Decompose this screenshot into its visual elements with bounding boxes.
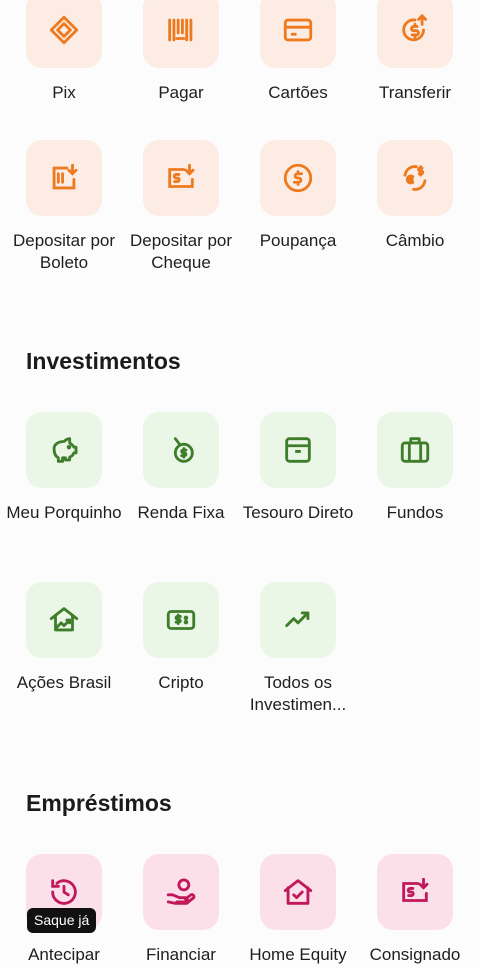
stocks-house-icon bbox=[49, 607, 79, 632]
trend-up-icon bbox=[285, 611, 310, 628]
invest-tile-meu-porquinho[interactable]: Meu Porquinho bbox=[5, 412, 123, 524]
invest-tile-cripto[interactable]: Cripto bbox=[122, 582, 240, 694]
clock-history-icon bbox=[51, 879, 77, 905]
barcode-icon bbox=[168, 18, 193, 42]
savings-coin-icon bbox=[283, 163, 313, 193]
invest-tile-label: Fundos bbox=[386, 503, 444, 522]
loan-tile-label: Consignado bbox=[369, 945, 461, 964]
emprestimos-section-title: Empréstimos bbox=[26, 790, 172, 816]
invest-tile-renda-fixa[interactable]: Renda Fixa bbox=[122, 412, 240, 524]
loan-tile-home-equity[interactable]: Home Equity bbox=[239, 854, 357, 966]
credit-card-icon bbox=[283, 18, 313, 42]
invest-tile-fundos[interactable]: Fundos bbox=[356, 412, 474, 524]
banking-tile-label: Câmbio bbox=[385, 231, 445, 250]
deposit-boleto-icon bbox=[52, 163, 78, 190]
invest-tile-label: Tesouro Direto bbox=[242, 503, 354, 522]
piggy-bank-icon bbox=[52, 437, 78, 463]
invest-tile-label: Ações Brasil bbox=[16, 673, 112, 692]
invest-tile-label: Meu Porquinho bbox=[6, 503, 122, 522]
invest-tile-tesouro-direto[interactable]: Tesouro Direto bbox=[239, 412, 357, 524]
invest-tile-label: Renda Fixa bbox=[137, 503, 225, 522]
invest-tile-label: Cripto bbox=[158, 673, 204, 692]
invest-tile-acoes-brasil[interactable]: Ações Brasil bbox=[5, 582, 123, 694]
banking-tile-cartoes[interactable]: Cartões bbox=[239, 0, 357, 104]
crypto-bill-icon bbox=[166, 610, 196, 630]
hand-money-icon bbox=[166, 878, 196, 905]
loan-tile-financiar[interactable]: Financiar bbox=[122, 854, 240, 966]
banking-tile-transferir[interactable]: Transferir bbox=[356, 0, 474, 104]
pix-icon bbox=[49, 15, 79, 45]
transfer-money-icon bbox=[402, 13, 428, 42]
house-check-icon bbox=[283, 879, 313, 905]
loan-tile-consignado[interactable]: Consignado bbox=[356, 854, 474, 966]
loan-tile-label: Antecipar bbox=[28, 945, 100, 964]
banking-tile-label: Transferir bbox=[378, 83, 452, 102]
invest-tile-todos-investimentos[interactable]: Todos os Investimen... bbox=[239, 582, 357, 716]
banking-tile-label: Depositar por Cheque bbox=[129, 231, 233, 272]
banking-tile-pagar[interactable]: Pagar bbox=[122, 0, 240, 104]
banking-tile-depositar-boleto[interactable]: Depositar por Boleto bbox=[5, 140, 123, 274]
banking-tile-poupanca[interactable]: Poupança bbox=[239, 140, 357, 252]
banking-tile-label: Cartões bbox=[268, 83, 328, 102]
banking-tile-label: Pagar bbox=[158, 83, 204, 102]
invest-tile-label: Todos os Investimen... bbox=[249, 673, 347, 714]
banking-tile-cambio[interactable]: Câmbio bbox=[356, 140, 474, 252]
banking-tile-pix[interactable]: Pix bbox=[5, 0, 123, 104]
investimentos-section-title: Investimentos bbox=[26, 348, 181, 374]
loan-tile-label: Financiar bbox=[146, 945, 216, 964]
banking-tile-label: Depositar por Boleto bbox=[12, 231, 116, 272]
saque-ja-badge: Saque já bbox=[27, 908, 97, 933]
banking-tile-depositar-cheque[interactable]: Depositar por Cheque bbox=[122, 140, 240, 274]
banking-tile-label: Pix bbox=[52, 83, 76, 102]
banking-tile-label: Poupança bbox=[259, 231, 337, 250]
payroll-loan-icon bbox=[402, 877, 429, 902]
briefcase-icon bbox=[400, 437, 430, 463]
loan-tile-label: Home Equity bbox=[249, 945, 347, 964]
deposit-cheque-icon bbox=[168, 163, 195, 188]
fixed-income-icon bbox=[173, 437, 194, 463]
currency-exchange-icon bbox=[403, 165, 427, 191]
treasury-box-icon bbox=[285, 437, 311, 463]
